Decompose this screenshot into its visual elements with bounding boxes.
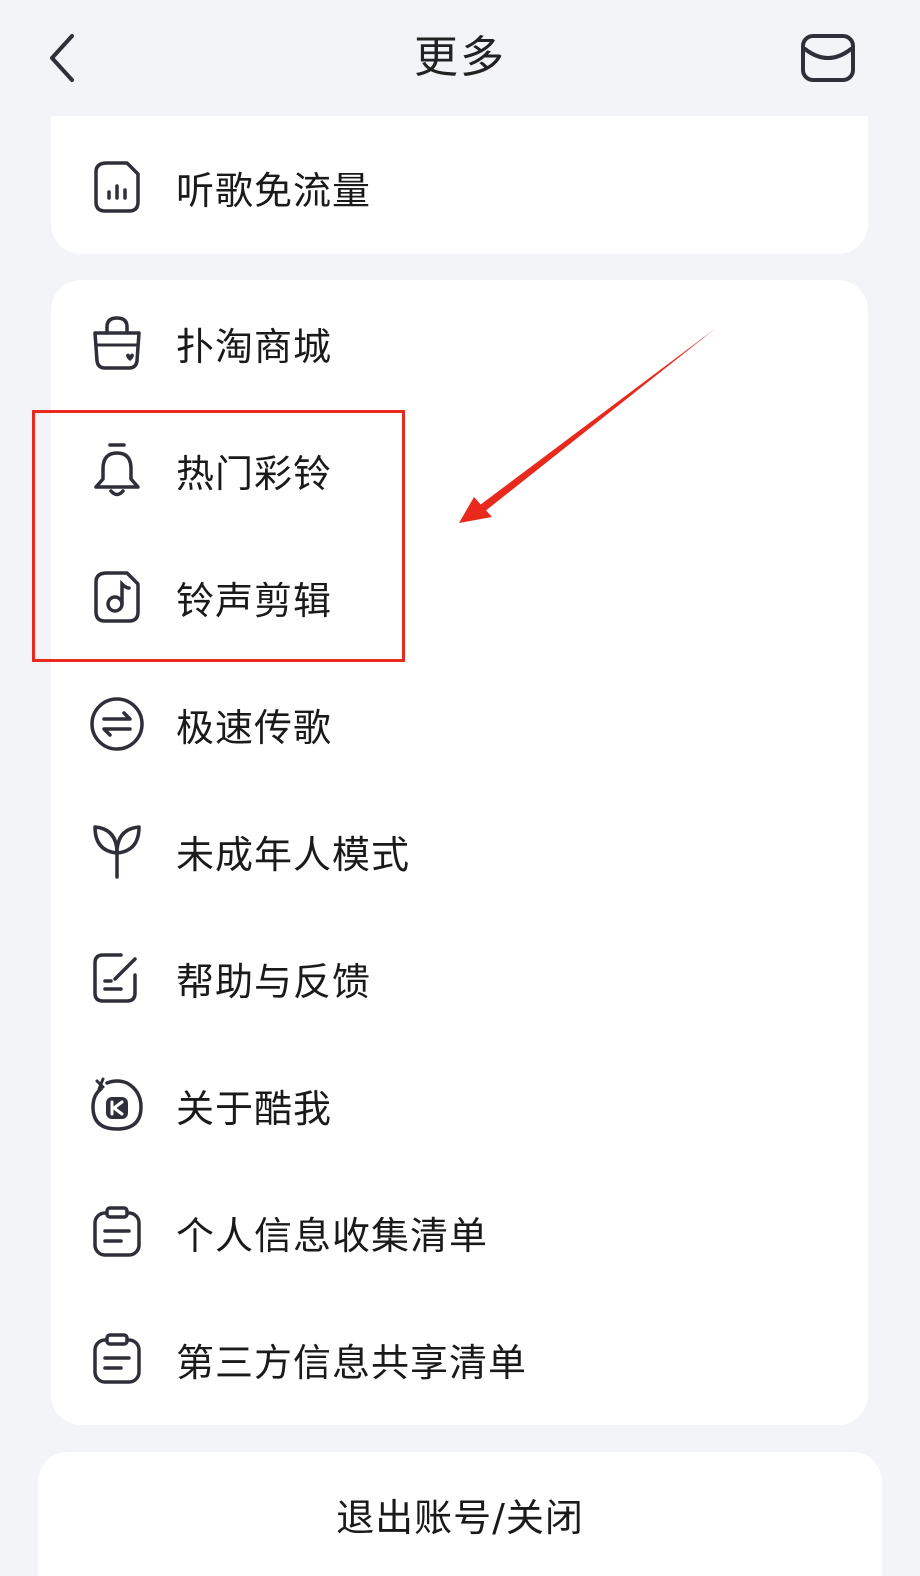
menu-item-label: 个人信息收集清单 [176, 1213, 489, 1258]
menu-item-label: 扑淘商城 [176, 324, 333, 369]
sprout-icon [89, 823, 145, 879]
top-card: 听歌免流量 [51, 116, 868, 254]
header: 更多 [0, 0, 920, 116]
kuwo-logo-icon [89, 1077, 145, 1133]
data-bars-icon [89, 159, 145, 215]
menu-item-label: 听歌免流量 [176, 168, 372, 213]
edit-note-icon [89, 950, 145, 1006]
message-button[interactable] [792, 26, 864, 90]
clipboard-list-icon [89, 1204, 145, 1260]
mailbox-icon [800, 33, 856, 83]
annotation-highlight-box [32, 410, 405, 662]
menu-item-about[interactable]: 关于酷我 [51, 1050, 868, 1160]
menu-item-label: 帮助与反馈 [176, 959, 372, 1004]
transfer-arrows-icon [89, 696, 145, 752]
menu-item-help-feedback[interactable]: 帮助与反馈 [51, 923, 868, 1033]
menu-item-label: 第三方信息共享清单 [176, 1340, 528, 1385]
menu-item-fast-transfer[interactable]: 极速传歌 [51, 669, 868, 779]
menu-item-label: 关于酷我 [176, 1086, 333, 1131]
menu-item-personal-info-list[interactable]: 个人信息收集清单 [51, 1177, 868, 1287]
menu-item-label: 未成年人模式 [176, 832, 411, 877]
menu-item-minor-mode[interactable]: 未成年人模式 [51, 796, 868, 906]
menu-item-free-data[interactable]: 听歌免流量 [51, 132, 868, 242]
clipboard-list-icon [89, 1331, 145, 1387]
logout-label: 退出账号/关闭 [336, 1495, 584, 1540]
logout-button[interactable]: 退出账号/关闭 [38, 1452, 882, 1576]
more-page: 更多 听歌免流量 扑淘商城 热门彩铃 铃声剪辑 极速传歌 未成年人模式 帮助与反… [0, 0, 920, 1576]
menu-item-third-party-list[interactable]: 第三方信息共享清单 [51, 1304, 868, 1414]
shopping-bag-icon [89, 315, 145, 371]
menu-item-label: 极速传歌 [176, 705, 333, 750]
menu-item-mall[interactable]: 扑淘商城 [51, 288, 868, 398]
page-title: 更多 [414, 32, 506, 83]
